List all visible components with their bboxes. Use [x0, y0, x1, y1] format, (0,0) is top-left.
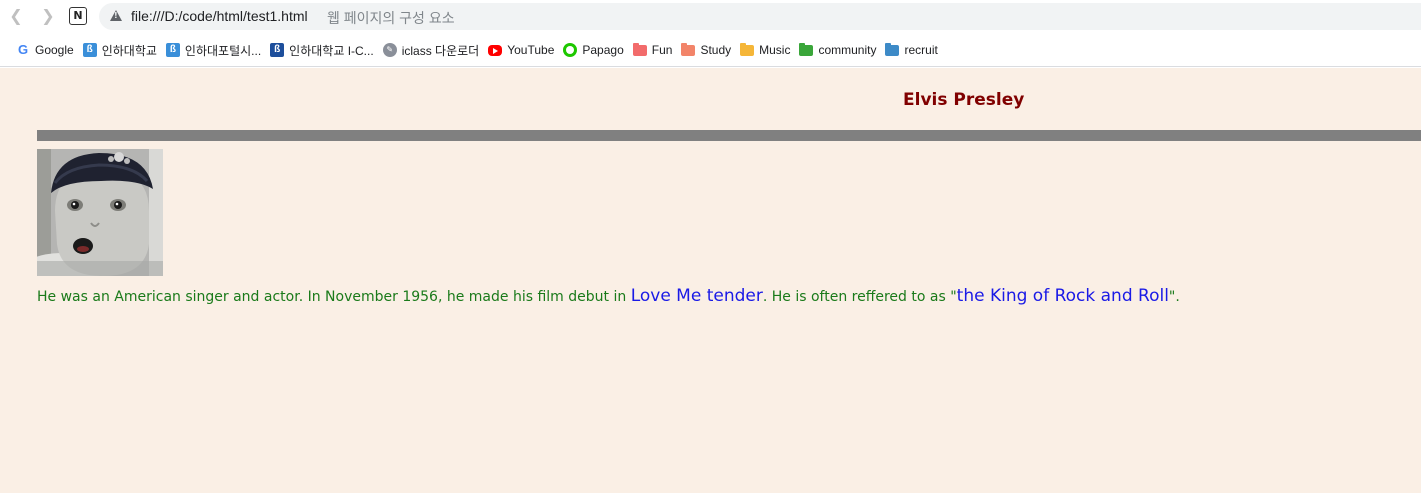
bookmark-label: Study [700, 43, 732, 57]
nickname: the King of Rock and Roll [956, 286, 1169, 306]
bookmark-inha-iclass[interactable]: ß 인하대학교 I-C... [270, 34, 374, 67]
bio-text-part2: . He is often reffered to as " [762, 289, 957, 305]
bookmark-label: Google [35, 43, 74, 57]
bookmark-label: 인하대포털시... [184, 43, 262, 58]
horizontal-rule [37, 130, 1421, 141]
bookmark-papago[interactable]: Papago [563, 34, 624, 67]
bookmark-label: community [818, 43, 877, 57]
bio-text-part3: ". [1168, 289, 1180, 305]
arrow-left-icon[interactable]: ❮ [6, 6, 26, 26]
bookmark-google[interactable]: G Google [16, 34, 74, 67]
bookmark-iclass-downloader[interactable]: ✎ iclass 다운로더 [382, 34, 480, 67]
movie-title: Love Me tender [630, 286, 763, 306]
arrow-right-icon[interactable]: ❯ [38, 6, 58, 26]
bookmark-label: 인하대학교 [101, 43, 157, 58]
bookmark-label: Music [759, 43, 791, 57]
folder-icon [799, 42, 814, 56]
bookmark-label: Fun [651, 43, 673, 57]
bookmark-label: recruit [904, 43, 938, 57]
bookmark-folder-fun[interactable]: Fun [632, 34, 673, 67]
bookmark-youtube[interactable]: YouTube [488, 34, 554, 67]
portrait-image [37, 149, 163, 276]
inha-icon: ß [165, 43, 180, 57]
bookmark-inha[interactable]: ß 인하대학교 [82, 34, 157, 67]
inha-icon: ß [270, 43, 285, 57]
address-bar[interactable]: file:///D:/code/html/test1.html 웹 페이지의 구… [99, 3, 1421, 30]
bookmarks-bar: G Google ß 인하대학교 ß 인하대포털시... ß 인하대학교 I-C… [0, 34, 1421, 67]
bio-text-part1: He was an American singer and actor. In … [37, 289, 631, 305]
robot-face-illustration [37, 149, 163, 276]
bookmark-label: 인하대학교 I-C... [289, 43, 374, 58]
url-text[interactable]: file:///D:/code/html/test1.html [131, 8, 308, 24]
folder-icon [740, 42, 755, 56]
page-title-hint: 웹 페이지의 구성 요소 [327, 10, 455, 26]
bookmark-folder-community[interactable]: community [799, 34, 876, 67]
bio-paragraph: He was an American singer and actor. In … [37, 286, 1180, 306]
bookmark-label: Papago [582, 43, 624, 57]
inha-icon: ß [82, 43, 97, 57]
page-heading: Elvis Presley [903, 90, 1025, 110]
google-icon: G [17, 42, 29, 57]
bookmark-folder-recruit[interactable]: recruit [885, 34, 938, 67]
folder-icon [632, 42, 647, 56]
iclass-icon: ✎ [382, 43, 397, 57]
papago-icon [563, 43, 578, 57]
warning-icon[interactable] [110, 10, 122, 21]
bookmark-folder-music[interactable]: Music [740, 34, 790, 67]
folder-icon [885, 42, 900, 56]
folder-icon [681, 42, 696, 56]
page-content: Elvis Presley He was an American singer [0, 68, 1421, 493]
youtube-icon [488, 44, 503, 56]
bookmark-folder-study[interactable]: Study [681, 34, 731, 67]
bookmark-label: iclass 다운로더 [401, 43, 480, 58]
notion-icon[interactable]: N [69, 7, 87, 25]
bookmark-inha-portal[interactable]: ß 인하대포털시... [165, 34, 262, 67]
browser-toolbar: ❮ ❯ N file:///D:/code/html/test1.html 웹 … [0, 0, 1421, 34]
bookmark-label: YouTube [507, 43, 555, 57]
